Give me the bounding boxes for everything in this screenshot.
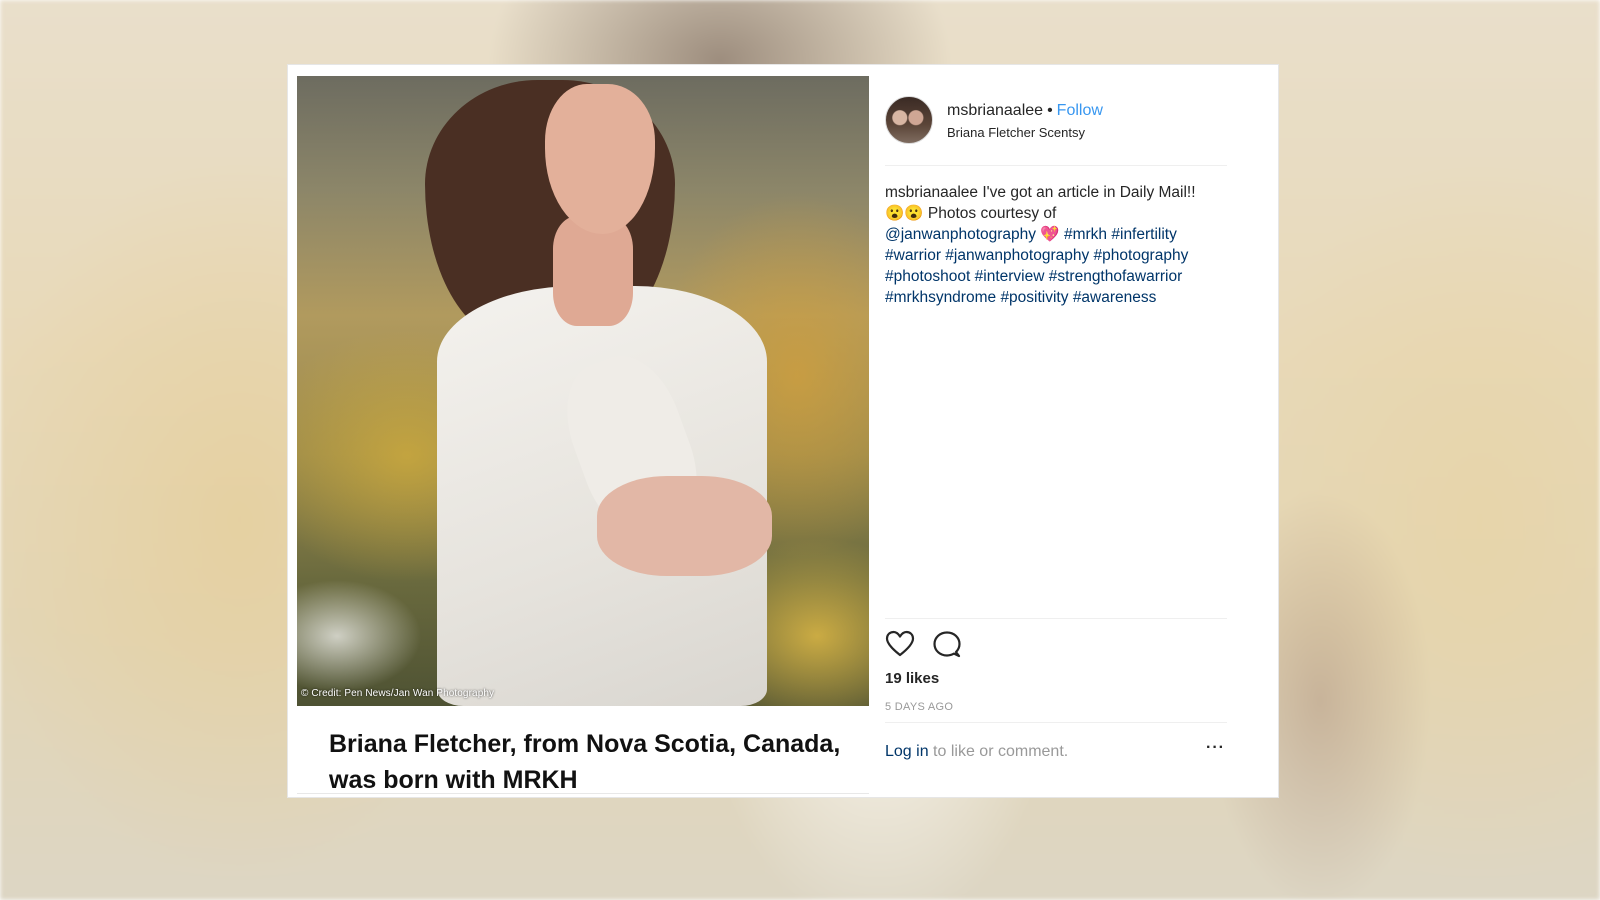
photo-credit: © Credit: Pen News/Jan Wan Photography [301,688,495,699]
post-caption: msbrianaalee I've got an article in Dail… [885,182,1227,308]
post-actions [885,629,1005,661]
hashtag-link[interactable]: #mrkhsyndrome [885,289,996,306]
caption-username[interactable]: msbrianaalee [885,184,978,201]
hashtag-link[interactable]: #positivity [1000,289,1068,306]
hashtag-link[interactable]: #janwanphotography [945,247,1089,264]
hashtag-link[interactable]: #warrior [885,247,941,264]
location-link[interactable]: Briana Fletcher Scentsy [947,125,1085,140]
more-options-icon[interactable]: ··· [1206,739,1225,757]
avatar[interactable] [885,96,933,144]
hashtag-link[interactable]: #strengthofawarrior [1049,268,1183,285]
post-header: msbrianaalee • Follow Briana Fletcher Scen… [885,96,1227,156]
article-screenshot: © Credit: Pen News/Jan Wan Photography B… [297,76,869,794]
divider [885,165,1227,166]
hashtag-link[interactable]: #photoshoot [885,268,970,285]
hashtag-link[interactable]: #mrkh [1064,226,1107,243]
caption-text: I've got an article in Daily Mail!! [982,184,1196,201]
post-sidebar: msbrianaalee • Follow Briana Fletcher Scen… [885,76,1227,786]
hashtag-link[interactable]: #interview [975,268,1045,285]
login-link[interactable]: Log in [885,743,929,760]
hashtag-link[interactable]: #awareness [1073,289,1157,306]
login-prompt: Log in to like or comment. [885,743,1068,761]
post-timestamp[interactable]: 5 DAYS AGO [885,701,953,713]
login-prompt-text: to like or comment. [933,743,1069,760]
hashtag-link[interactable]: #infertility [1111,226,1176,243]
article-headline: Briana Fletcher, from Nova Scotia, Canad… [329,730,841,794]
hashtag-link[interactable]: #photography [1094,247,1189,264]
caption-emoji: 💖 [1040,226,1060,243]
caption-text: Photos courtesy of [927,205,1057,222]
follow-button[interactable]: Follow [1057,102,1103,119]
divider [297,793,869,794]
likes-count[interactable]: 19 likes [885,670,939,687]
username-link[interactable]: msbrianaalee [947,102,1043,119]
mention-link[interactable]: @janwanphotography [885,226,1036,243]
post-photo: © Credit: Pen News/Jan Wan Photography [297,76,869,706]
caption-emoji: 😮😮 [885,205,924,222]
separator-dot: • [1047,102,1053,119]
instagram-embed-card: © Credit: Pen News/Jan Wan Photography B… [287,64,1279,798]
heart-icon[interactable] [885,629,915,659]
comment-icon[interactable] [932,629,962,659]
divider [885,618,1227,619]
divider [885,722,1227,723]
